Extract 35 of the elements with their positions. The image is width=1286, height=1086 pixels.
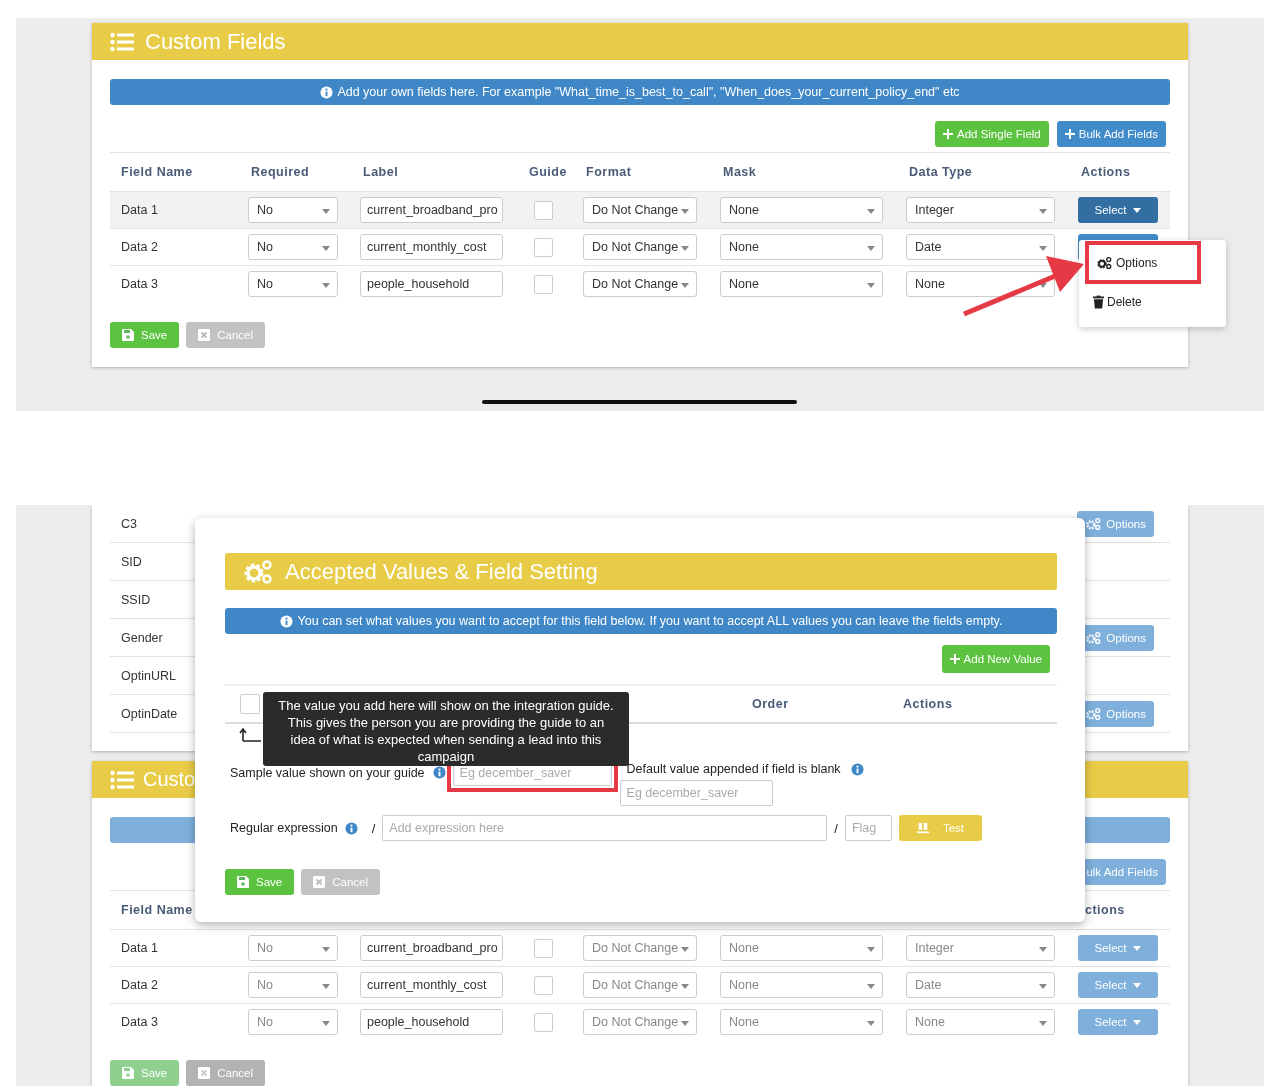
column-header: Label xyxy=(362,165,400,179)
slash-delimiter: / xyxy=(834,820,838,836)
info-text: You can set what values you want to accept for this field below. If you want to accept ALL values you can leave the fields empty. xyxy=(297,614,1003,628)
field-name: OptinURL xyxy=(120,668,176,683)
column-header: Order xyxy=(752,697,789,711)
field-name: SID xyxy=(120,554,142,569)
sample-value-label: Sample value shown on your guide xyxy=(230,766,425,780)
column-header: Field Name xyxy=(120,165,194,179)
column-header: Required xyxy=(250,165,311,179)
card-title: Custo xyxy=(143,768,196,791)
column-header: ctions xyxy=(1084,903,1126,917)
column-header: Actions xyxy=(1080,165,1132,179)
field-name: Data 1 xyxy=(120,203,158,217)
default-value-label: Default value appended if field is blank xyxy=(626,762,841,776)
tooltip: The value you add here will show on the integration guide. This gives the person you are providing the guide to an idea of what is expected when sending a lead into this campaign xyxy=(263,692,629,766)
column-header: Actions xyxy=(903,697,953,711)
field-name: SSID xyxy=(120,592,151,607)
card-title: Custom Fields xyxy=(145,28,286,55)
field-name: Data 2 xyxy=(120,240,158,254)
modal-title: Accepted Values & Field Setting xyxy=(285,558,598,585)
slash-delimiter: / xyxy=(371,820,376,836)
column-header: Field Name xyxy=(120,903,194,917)
info-text: Add your own fields here. For example "What_time_is_best_to_call", "When_does_your_current_policy_end" etc xyxy=(337,85,960,99)
field-name: Data 3 xyxy=(120,277,158,291)
field-name: Gender xyxy=(120,630,163,645)
column-header: Format xyxy=(585,165,633,179)
field-name: Data 3 xyxy=(120,1015,158,1029)
regex-label: Regular expression xyxy=(230,821,338,835)
column-header: Mask xyxy=(722,165,758,179)
field-name: Data 2 xyxy=(120,978,158,992)
column-header: Guide xyxy=(528,165,568,179)
column-header: Data Type xyxy=(908,165,974,179)
field-name: C3 xyxy=(120,516,137,531)
field-name: Data 1 xyxy=(120,941,158,955)
field-name: OptinDate xyxy=(120,706,178,721)
